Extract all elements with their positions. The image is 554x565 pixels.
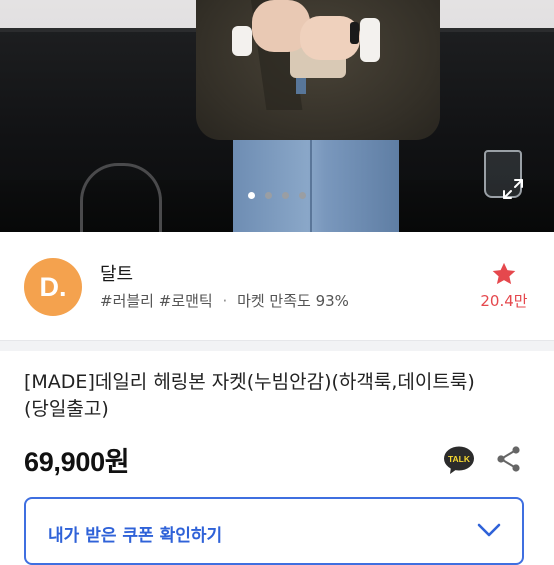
coupon-label: 내가 받은 쿠폰 확인하기: [48, 526, 223, 546]
photo-belt-loop: [296, 76, 306, 94]
section-divider: [0, 340, 554, 351]
favorite-button[interactable]: 20.4만: [474, 260, 534, 311]
favorite-count: 20.4만: [480, 292, 528, 310]
tag-separator: ·: [222, 292, 228, 310]
product-price: 69,900원: [24, 447, 130, 477]
carousel-dot[interactable]: [282, 192, 289, 199]
market-satisfaction: 마켓 만족도 93%: [237, 292, 349, 310]
photo-jeans-seam: [310, 130, 312, 232]
product-title: [MADE]데일리 헤링본 자켓(누빔안감)(하객룩,데이트룩)(당일출고): [24, 371, 475, 420]
expand-button[interactable]: [496, 172, 530, 206]
photo-watch: [350, 22, 359, 44]
star-icon: [492, 262, 516, 285]
kakaotalk-share-button[interactable]: TALK: [443, 444, 475, 476]
photo-cuff-right: [360, 18, 380, 62]
carousel-dot[interactable]: [299, 192, 306, 199]
seller-logo-text: D.: [39, 271, 67, 302]
seller-info[interactable]: D. 달트 #러블리 #로맨틱 · 마켓 만족도 93% 20.4만: [0, 232, 554, 340]
svg-text:TALK: TALK: [448, 454, 471, 464]
share-button[interactable]: [496, 445, 522, 473]
seller-tag[interactable]: #로맨틱: [159, 292, 213, 310]
expand-icon: [503, 179, 523, 199]
carousel-dot[interactable]: [248, 192, 255, 199]
share-icon: [497, 446, 520, 472]
seller-name[interactable]: 달트: [100, 260, 133, 286]
chevron-down-icon: [477, 523, 501, 537]
product-image[interactable]: [0, 0, 554, 232]
coupon-check-button[interactable]: 내가 받은 쿠폰 확인하기: [24, 497, 524, 565]
seller-tags: #러블리 #로맨틱 · 마켓 만족도 93%: [100, 290, 349, 311]
seller-tag[interactable]: #러블리: [100, 292, 154, 310]
photo-cuff-left: [232, 26, 252, 56]
seller-logo[interactable]: D.: [24, 258, 82, 316]
carousel-indicator: [0, 192, 554, 204]
kakaotalk-icon: TALK: [444, 446, 474, 474]
carousel-dot[interactable]: [265, 192, 272, 199]
